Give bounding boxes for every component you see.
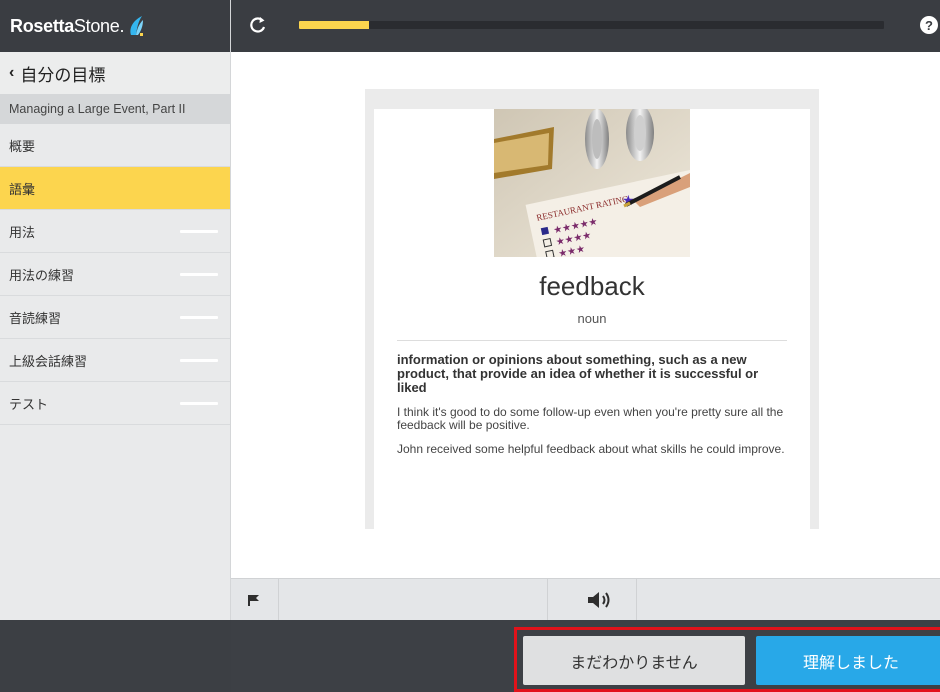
chevron-left-icon: ‹ — [9, 64, 15, 81]
sidebar-item-label: 概要 — [9, 138, 36, 154]
lesson-menu: 概要 語彙 用法 用法の練習 音読練習 上級会話練習 テスト — [0, 124, 230, 425]
example-sentence: I think it's good to do some follow-up e… — [397, 405, 784, 432]
play-audio-button[interactable] — [548, 579, 637, 620]
vocabulary-card: RESTAURANT RATING ★★★★★ ★★★★ ★★★ ★ feedb… — [374, 109, 810, 531]
refresh-icon[interactable] — [247, 14, 269, 36]
progress-indicator — [180, 358, 218, 362]
rosetta-logo-icon — [130, 16, 144, 36]
sidebar-item-label: 上級会話練習 — [9, 353, 88, 369]
sidebar-item-test[interactable]: テスト — [0, 382, 230, 425]
progress-indicator — [180, 272, 218, 276]
understood-button[interactable]: 理解しました — [756, 636, 940, 685]
back-to-goals-link[interactable]: ‹ 自分の目標 — [0, 52, 230, 94]
brand-logo: RosettaStone. — [10, 16, 124, 37]
vocabulary-card-frame: RESTAURANT RATING ★★★★★ ★★★★ ★★★ ★ feedb… — [365, 89, 819, 531]
not-understood-button[interactable]: まだわかりません — [523, 636, 745, 685]
progress-indicator — [180, 315, 218, 319]
lesson-progress-fill — [299, 21, 370, 29]
unit-title: Managing a Large Event, Part II — [0, 94, 230, 124]
lesson-progress-bar — [299, 21, 884, 29]
card-divider — [397, 340, 787, 341]
toolbar-spacer — [279, 579, 548, 620]
lesson-content: RESTAURANT RATING ★★★★★ ★★★★ ★★★ ★ feedb… — [231, 52, 940, 578]
flag-button[interactable] — [231, 579, 279, 620]
lesson-toolbar — [231, 578, 940, 620]
progress-indicator — [180, 229, 218, 233]
sidebar-item-usage[interactable]: 用法 — [0, 210, 230, 253]
logo-bar: RosettaStone. — [0, 0, 230, 52]
top-bar: ? — [231, 0, 940, 52]
vocabulary-image: RESTAURANT RATING ★★★★★ ★★★★ ★★★ ★ — [494, 109, 690, 257]
sidebar-item-advanced-conversation[interactable]: 上級会話練習 — [0, 339, 230, 382]
action-bar: まだわかりません 理解しました — [231, 620, 940, 692]
sidebar: RosettaStone. ‹ 自分の目標 Managing a Large E… — [0, 0, 231, 692]
back-label: 自分の目標 — [20, 65, 106, 85]
sidebar-item-overview[interactable]: 概要 — [0, 124, 230, 167]
definition-text: information or opinions about something,… — [397, 352, 759, 395]
sidebar-footer — [0, 620, 231, 692]
sidebar-item-vocabulary[interactable]: 語彙 — [0, 167, 230, 210]
brand-name-bold: Rosetta — [10, 15, 74, 36]
sidebar-item-label: テスト — [9, 396, 49, 412]
sidebar-item-reading-practice[interactable]: 音読練習 — [0, 296, 230, 339]
sidebar-item-label: 語彙 — [9, 181, 36, 197]
sidebar-item-label: 用法の練習 — [9, 267, 75, 283]
help-icon[interactable]: ? — [920, 16, 938, 34]
sidebar-item-usage-practice[interactable]: 用法の練習 — [0, 253, 230, 296]
flag-icon — [248, 595, 259, 606]
answer-buttons-highlight: まだわかりません 理解しました — [514, 627, 940, 692]
sidebar-item-label: 音読練習 — [9, 310, 62, 326]
brand-name-light: Stone — [73, 15, 120, 36]
sidebar-item-label: 用法 — [9, 224, 36, 240]
speaker-icon — [588, 592, 610, 608]
example-sentence: John received some helpful feedback abou… — [397, 442, 785, 456]
part-of-speech: noun — [577, 311, 607, 326]
vocabulary-word: feedback — [539, 271, 645, 301]
progress-indicator — [180, 401, 218, 405]
brand-dot: . — [119, 15, 125, 36]
